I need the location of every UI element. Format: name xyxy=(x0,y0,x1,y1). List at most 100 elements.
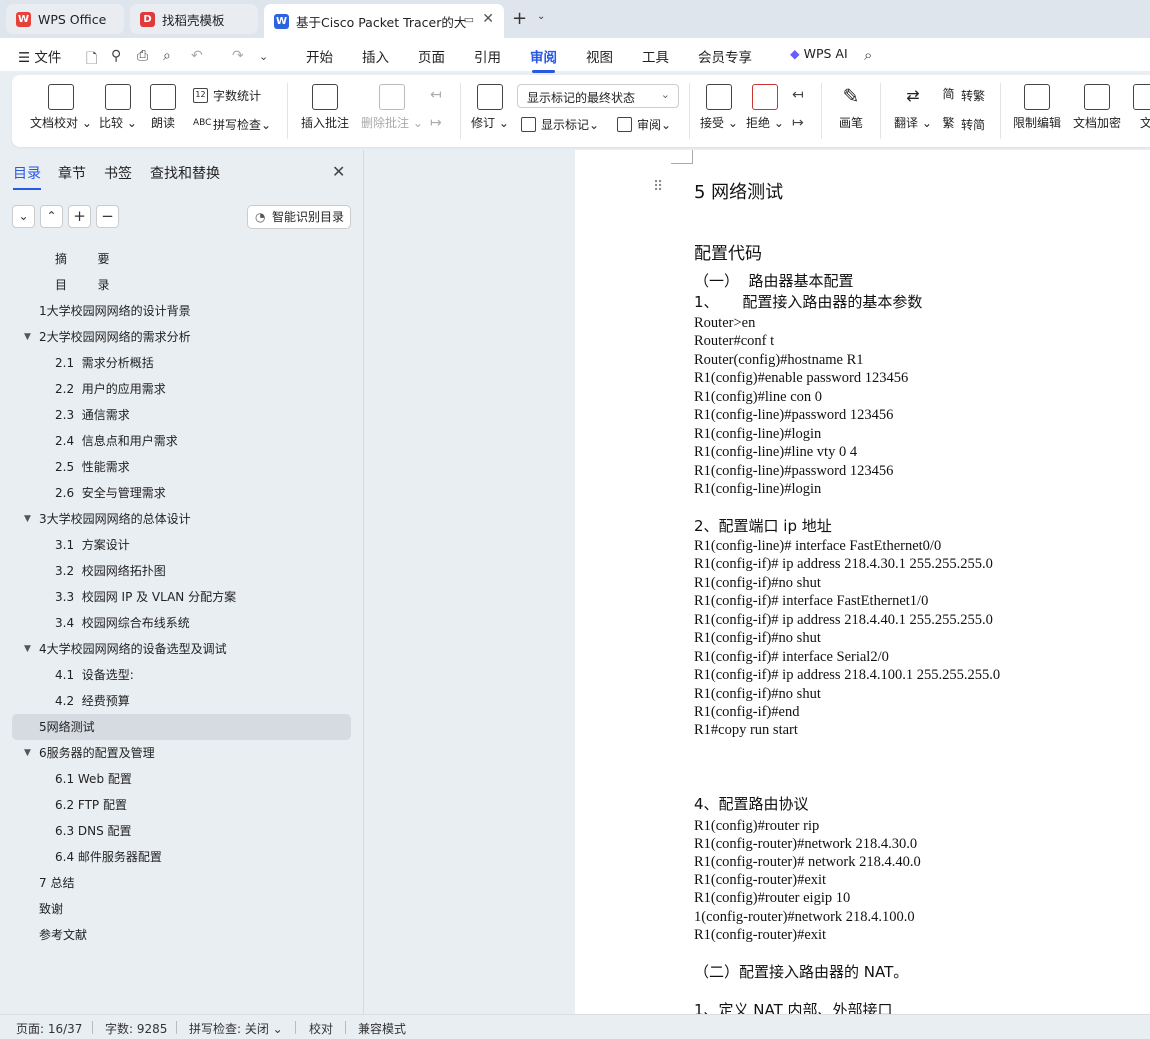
menu-references[interactable]: 引用 xyxy=(474,46,501,66)
document-page[interactable]: ⠿ 5 网络测试 配置代码 （一） 路由器基本配置 1、 配置接入路由器的基本参数… xyxy=(575,150,1150,1014)
spell-check-button[interactable]: ABC 拼写检查 ⌄ xyxy=(193,116,271,133)
toc-item[interactable]: 2.3 通信需求 xyxy=(12,402,351,428)
print-icon[interactable]: ⎙ xyxy=(137,48,148,64)
insert-comment-button[interactable]: 插入批注 xyxy=(301,84,349,131)
menu-file[interactable]: ☰ 文件 xyxy=(18,46,61,66)
proofread-status[interactable]: 校对 xyxy=(309,1020,333,1037)
smart-toc-button[interactable]: 智能识别目录 xyxy=(247,205,351,229)
toc-item[interactable]: 6.4 邮件服务器配置 xyxy=(12,844,351,870)
close-tab-icon[interactable]: ✕ xyxy=(482,11,494,27)
toc-item[interactable]: 参考文献 xyxy=(12,922,351,948)
redo-icon[interactable]: ↷ xyxy=(232,48,244,64)
monitor-icon[interactable]: ▭ xyxy=(464,13,474,26)
reject-button[interactable]: 拒绝 ⌄ xyxy=(746,84,784,131)
delete-comment-button[interactable]: 删除批注 ⌄ xyxy=(361,84,423,131)
toc-item[interactable]: 7 总结 xyxy=(12,870,351,896)
toc-item[interactable]: 3.3 校园网 IP 及 VLAN 分配方案 xyxy=(12,584,351,610)
toc-item[interactable]: 3.1 方案设计 xyxy=(12,532,351,558)
menu-home[interactable]: 开始 xyxy=(306,46,333,66)
translate-button[interactable]: ⇄ 翻译 ⌄ xyxy=(894,84,932,131)
menu-membership[interactable]: 会员专享 xyxy=(698,46,752,66)
doc-encrypt-button[interactable]: 文档加密 xyxy=(1073,84,1121,131)
toc-item[interactable]: ▼ 3大学校园网网络的总体设计 xyxy=(12,506,351,532)
expand-arrow-icon[interactable]: ▼ xyxy=(24,740,31,766)
tab-wps-office[interactable]: W WPS Office xyxy=(6,4,124,34)
toc-item[interactable]: 6.3 DNS 配置 xyxy=(12,818,351,844)
pen-button[interactable]: ✎ 画笔 xyxy=(838,84,864,131)
save-icon[interactable]: 🗋 xyxy=(86,48,97,72)
show-markup-button[interactable]: 显示标记 ⌄ xyxy=(521,116,599,133)
new-tab-icon[interactable]: + xyxy=(512,8,527,29)
undo-icon[interactable]: ↶ xyxy=(191,48,203,64)
page-indicator[interactable]: 页面: 16/37 xyxy=(16,1020,82,1037)
remove-heading-icon[interactable]: − xyxy=(96,205,119,228)
doc-check-button[interactable]: 文档校对 ⌄ xyxy=(30,84,92,131)
print-preview-icon[interactable]: ⌕ xyxy=(163,48,171,64)
toc-item[interactable]: 2.1 需求分析概括 xyxy=(12,350,351,376)
document-line: R1(config-if)# ip address 218.4.100.1 25… xyxy=(694,667,1001,683)
next-change-icon[interactable]: ↦ xyxy=(792,115,804,131)
toc-item[interactable]: 目 录 xyxy=(12,272,351,298)
toc-item[interactable]: ▼ 2大学校园网网络的需求分析 xyxy=(12,324,351,350)
close-icon[interactable]: ✕ xyxy=(332,162,345,181)
menu-page[interactable]: 页面 xyxy=(418,46,445,66)
previous-comment-icon[interactable]: ↤ xyxy=(430,87,442,103)
tab-docer-templates[interactable]: D 找稻壳模板 xyxy=(130,4,258,34)
chevron-down-icon[interactable]: ⌄ xyxy=(259,50,268,63)
spell-check-status[interactable]: 拼写检查: 关闭 ⌄ xyxy=(189,1020,283,1037)
expand-icon[interactable]: ⌃ xyxy=(40,205,63,228)
add-heading-icon[interactable]: + xyxy=(68,205,91,228)
menu-insert[interactable]: 插入 xyxy=(362,46,389,66)
toc-item[interactable]: 致谢 xyxy=(12,896,351,922)
expand-arrow-icon[interactable]: ▼ xyxy=(24,636,31,662)
toc-item[interactable]: ▼ 6服务器的配置及管理 xyxy=(12,740,351,766)
toc-item[interactable]: 6.2 FTP 配置 xyxy=(12,792,351,818)
menu-tools[interactable]: 工具 xyxy=(642,46,669,66)
menu-view[interactable]: 视图 xyxy=(586,46,613,66)
search-icon[interactable]: ⌕ xyxy=(864,46,872,64)
restrict-edit-button[interactable]: 限制编辑 xyxy=(1013,84,1061,131)
toc-item[interactable]: 3.2 校园网络拓扑图 xyxy=(12,558,351,584)
chevron-down-icon[interactable]: ⌄ xyxy=(537,11,545,22)
menu-review[interactable]: 审阅 xyxy=(530,46,557,73)
toc-item[interactable]: 1大学校园网网络的设计背景 xyxy=(12,298,351,324)
to-traditional-button[interactable]: 简转繁 xyxy=(941,87,985,104)
toc-item[interactable]: 2.6 安全与管理需求 xyxy=(12,480,351,506)
markup-state-dropdown[interactable]: 显示标记的最终状态 ⌄ xyxy=(517,84,679,108)
review-pane-button[interactable]: 审阅 ⌄ xyxy=(617,116,671,133)
toc-item[interactable]: ▼ 4大学校园网网络的设备选型及调试 xyxy=(12,636,351,662)
track-changes-button[interactable]: 修订 ⌄ xyxy=(471,84,509,131)
collapse-icon[interactable]: ⌄ xyxy=(12,205,35,228)
toc-item[interactable]: 2.2 用户的应用需求 xyxy=(12,376,351,402)
tab-toc[interactable]: 目录 xyxy=(13,163,41,190)
toc-item[interactable]: 4.1 设备选型: xyxy=(12,662,351,688)
drag-handle-icon[interactable]: ⠿ xyxy=(653,179,663,195)
toc-item[interactable]: 3.4 校园网综合布线系统 xyxy=(12,610,351,636)
tab-bookmarks[interactable]: 书签 xyxy=(104,163,132,183)
toc-item[interactable]: 2.4 信息点和用户需求 xyxy=(12,428,351,454)
expand-arrow-icon[interactable]: ▼ xyxy=(24,324,31,350)
next-comment-icon[interactable]: ↦ xyxy=(430,115,442,131)
read-aloud-button[interactable]: 朗读 xyxy=(150,84,176,131)
toc-item[interactable]: 4.2 经费预算 xyxy=(12,688,351,714)
tab-current-document[interactable]: W 基于Cisco Packet Tracer的大 ▭ ✕ xyxy=(264,4,504,38)
separator xyxy=(92,1021,93,1034)
word-count[interactable]: 字数: 9285 xyxy=(105,1020,167,1037)
to-simplified-button[interactable]: 繁转简 xyxy=(941,116,985,133)
accept-button[interactable]: 接受 ⌄ xyxy=(700,84,738,131)
word-count-button[interactable]: 12 字数统计 xyxy=(193,87,261,104)
previous-change-icon[interactable]: ↤ xyxy=(792,87,804,103)
toc-item-label: 5网络测试 xyxy=(39,720,95,734)
menu-wps-ai[interactable]: ◆ WPS AI xyxy=(790,46,848,61)
toc-item-label: 6.1 Web 配置 xyxy=(55,772,132,786)
toc-item[interactable]: 5网络测试 xyxy=(12,714,351,740)
expand-arrow-icon[interactable]: ▼ xyxy=(24,506,31,532)
compare-button[interactable]: 比较 ⌄ xyxy=(99,84,137,131)
toc-item[interactable]: 6.1 Web 配置 xyxy=(12,766,351,792)
tab-chapters[interactable]: 章节 xyxy=(58,163,86,183)
share-icon[interactable]: ⚲ xyxy=(111,48,121,64)
toc-item[interactable]: 2.5 性能需求 xyxy=(12,454,351,480)
toc-item[interactable]: 摘 要 xyxy=(12,246,351,272)
tab-find-replace[interactable]: 查找和替换 xyxy=(150,163,220,183)
doc-more-button[interactable]: 文 xyxy=(1133,84,1150,131)
